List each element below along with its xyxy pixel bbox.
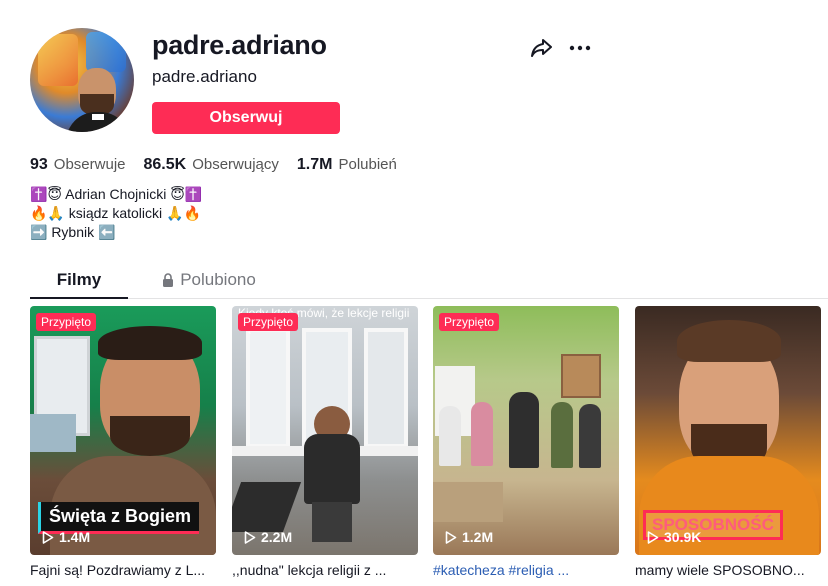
profile-stats: 93 Obserwuje 86.5K Obserwujący 1.7M Polu…	[30, 156, 415, 174]
tab-label: Polubiono	[180, 270, 256, 289]
video-card[interactable]: Kiedy ktoś mówi, że lekcje religii są nu…	[232, 306, 418, 555]
stat-following[interactable]: 93 Obserwuje	[30, 156, 126, 174]
stat-value: 86.5K	[143, 156, 187, 173]
view-count-value: 30.9K	[664, 529, 702, 545]
video-caption[interactable]: mamy wiele SPOSOBNO...	[635, 562, 821, 578]
view-count: 30.9K	[647, 529, 701, 545]
video-caption[interactable]: #katecheza #religia ...	[433, 562, 619, 578]
stat-label: Polubień	[338, 156, 397, 173]
bio-line: ➡️ Rybnik ⬅️	[30, 224, 116, 240]
view-count: 1.2M	[445, 529, 493, 545]
tab-films[interactable]: Filmy	[30, 270, 128, 299]
more-dots-icon[interactable]	[569, 38, 591, 58]
play-icon	[42, 530, 54, 544]
stat-value: 1.7M	[296, 156, 333, 173]
pinned-badge: Przypięto	[439, 313, 500, 331]
lock-icon	[163, 273, 174, 287]
profile-bio: ✝️😇 Adrian Chojnicki 😇✝️ 🔥🙏 ksiądz katol…	[30, 185, 202, 242]
pinned-badge: Przypięto	[36, 313, 97, 331]
video-caption[interactable]: ,,nudna" lekcja religii z ...	[232, 562, 418, 578]
profile-nickname: padre.adriano	[152, 67, 257, 86]
view-count: 1.4M	[42, 529, 90, 545]
profile-username: padre.adriano	[152, 30, 327, 60]
play-icon	[445, 530, 457, 544]
stat-likes: 1.7M Polubień	[297, 156, 397, 174]
bio-line: 🔥🙏 ksiądz katolicki 🙏🔥	[30, 205, 201, 221]
bio-line: ✝️😇 Adrian Chojnicki 😇✝️	[30, 186, 203, 202]
video-card[interactable]: SPOSOBNOŚĆ 30.9K	[635, 306, 821, 555]
tab-label: Filmy	[56, 270, 102, 289]
play-icon	[647, 530, 659, 544]
view-count: 2.2M	[244, 529, 292, 545]
video-caption[interactable]: Fajni są! Pozdrawiamy z L...	[30, 562, 216, 578]
share-arrow-icon[interactable]	[531, 38, 553, 58]
view-count-value: 1.2M	[462, 529, 494, 545]
stat-label: Obserwujący	[192, 156, 279, 173]
view-count-value: 1.4M	[59, 529, 91, 545]
follow-button[interactable]: Obserwuj	[152, 102, 340, 134]
profile-tabs: Filmy Polubiono	[30, 264, 828, 299]
view-count-value: 2.2M	[261, 529, 293, 545]
tab-liked[interactable]: Polubiono	[154, 270, 264, 299]
pinned-badge: Przypięto	[238, 313, 299, 331]
video-card[interactable]: Przypięto Święta z Bogiem 1.4M	[30, 306, 216, 555]
avatar[interactable]	[30, 28, 134, 132]
stat-followers[interactable]: 86.5K Obserwujący	[144, 156, 279, 174]
video-card[interactable]: Przypięto 1.2M	[433, 306, 619, 555]
stat-label: Obserwuje	[53, 156, 126, 173]
stat-value: 93	[30, 156, 48, 173]
play-icon	[244, 530, 256, 544]
